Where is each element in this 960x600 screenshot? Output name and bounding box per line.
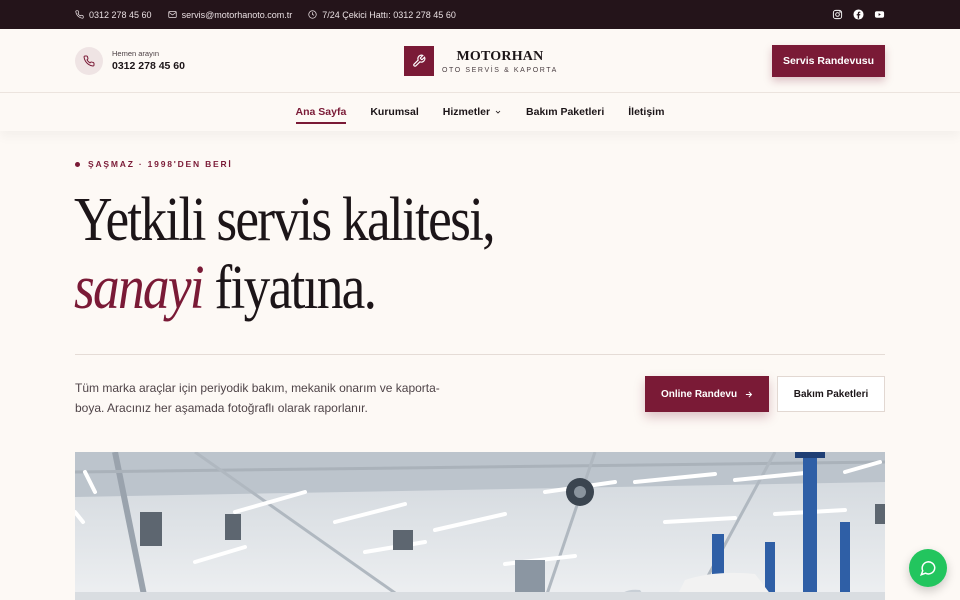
logo-title: MOTORHAN [456, 48, 544, 64]
call-label: Hemen arayın [112, 49, 160, 58]
headline-accent: sanayi [74, 254, 205, 322]
mail-icon [167, 11, 177, 18]
topbar-phone-text: 0312 278 45 60 [89, 9, 152, 20]
call-block[interactable]: Hemen arayın 0312 278 45 60 [75, 46, 185, 75]
instagram-icon[interactable] [832, 9, 843, 20]
site-header: Hemen arayın 0312 278 45 60 MOTORHAN OTO… [0, 29, 960, 93]
site-logo[interactable]: MOTORHAN OTO SERVİS & KAPORTA [404, 46, 558, 76]
main-nav: Ana Sayfa Kurumsal Hizmetler Bakım Paket… [0, 93, 960, 131]
nav-item-home[interactable]: Ana Sayfa [295, 106, 347, 124]
nav-item-contact[interactable]: İletişim [628, 106, 664, 118]
hero-headline: Yetkili servis kalitesi, sanayi fiyatına… [74, 186, 496, 322]
hero-divider [75, 354, 885, 355]
headline-rest: fiyatına. [202, 254, 377, 322]
call-number: 0312 278 45 60 [112, 60, 185, 72]
social-links [832, 9, 885, 20]
arrow-right-icon [745, 391, 753, 397]
nav-item-maintenance-packages[interactable]: Bakım Paketleri [526, 106, 604, 118]
nav-label: Ana Sayfa [295, 106, 347, 118]
nav-item-corporate[interactable]: Kurumsal [370, 106, 418, 118]
online-appointment-button[interactable]: Online Randevu [645, 376, 769, 412]
topbar-hotline-text: 7/24 Çekici Hattı: 0312 278 45 60 [322, 9, 456, 20]
phone-icon [75, 46, 103, 75]
topbar-phone[interactable]: 0312 278 45 60 [75, 10, 152, 20]
nav-label: İletişim [628, 106, 665, 118]
service-appointment-button[interactable]: Servis Randevusu [772, 44, 885, 77]
eyebrow-text: ŞAŞMAZ · 1998'DEN BERİ [88, 159, 233, 169]
top-bar: 0312 278 45 60 servis@motorhanoto.com.tr… [0, 0, 960, 29]
maintenance-packages-button[interactable]: Bakım Paketleri [777, 376, 885, 412]
phone-icon [75, 10, 84, 19]
facebook-icon[interactable] [853, 9, 864, 20]
bullet-dot [75, 161, 80, 167]
topbar-hotline: 7/24 Çekici Hattı: 0312 278 45 60 [308, 10, 456, 20]
hero-lead: Tüm marka araçlar için periyodik bakım, … [75, 381, 440, 415]
online-appointment-label: Online Randevu [660, 388, 738, 400]
nav-label: Hizmetler [442, 106, 491, 118]
youtube-icon[interactable] [874, 9, 885, 20]
chat-icon [919, 561, 936, 577]
chat-button[interactable] [909, 549, 947, 587]
nav-item-services[interactable]: Hizmetler [443, 106, 502, 118]
nav-label: Bakım Paketleri [526, 106, 605, 118]
clock-icon [308, 10, 317, 19]
headline-line-1: Yetkili servis kalitesi, [74, 186, 496, 254]
topbar-email[interactable]: servis@motorhanoto.com.tr [167, 9, 293, 20]
workshop-image [75, 452, 885, 600]
logo-subtitle: OTO SERVİS & KAPORTA [442, 66, 558, 74]
hero-eyebrow: ŞAŞMAZ · 1998'DEN BERİ [75, 159, 233, 169]
chevron-down-icon [495, 110, 501, 114]
topbar-email-text: servis@motorhanoto.com.tr [181, 9, 293, 20]
headline-line-2: sanayi fiyatına. [74, 254, 494, 322]
wrench-icon [404, 46, 434, 76]
nav-label: Kurumsal [370, 106, 419, 118]
